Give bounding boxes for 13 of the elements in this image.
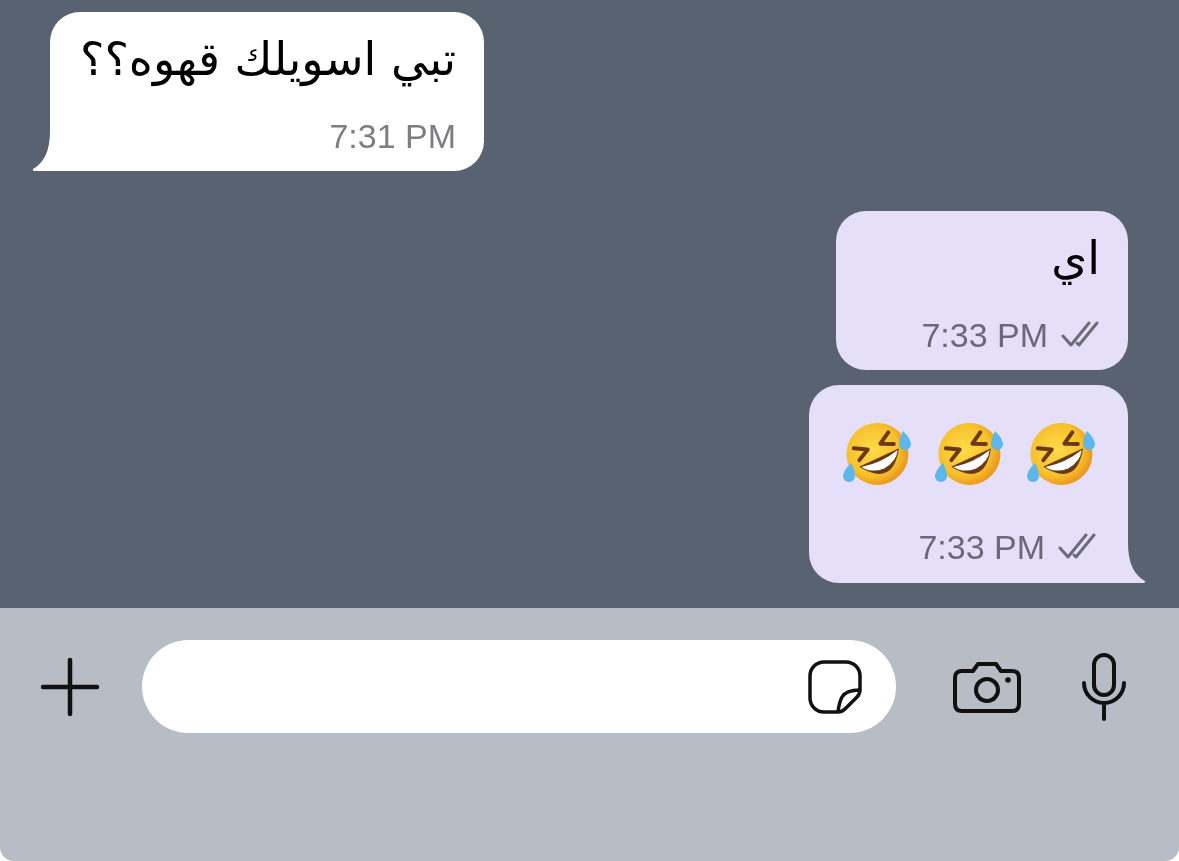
- microphone-button[interactable]: [1080, 652, 1128, 721]
- message-text: اي: [1051, 230, 1100, 287]
- camera-button[interactable]: [953, 660, 1021, 713]
- sticker-button[interactable]: [808, 659, 862, 714]
- microphone-icon: [1080, 652, 1128, 721]
- plus-icon: [40, 656, 100, 717]
- message-time: 7:33 PM: [918, 527, 1045, 567]
- message-text: تبي اسويلك قهوه؟؟: [80, 31, 457, 88]
- camera-icon: [953, 660, 1021, 713]
- message-time: 7:33 PM: [921, 315, 1048, 355]
- message-time: 7:31 PM: [329, 116, 457, 156]
- add-button[interactable]: [40, 656, 100, 717]
- sticker-icon: [808, 659, 862, 714]
